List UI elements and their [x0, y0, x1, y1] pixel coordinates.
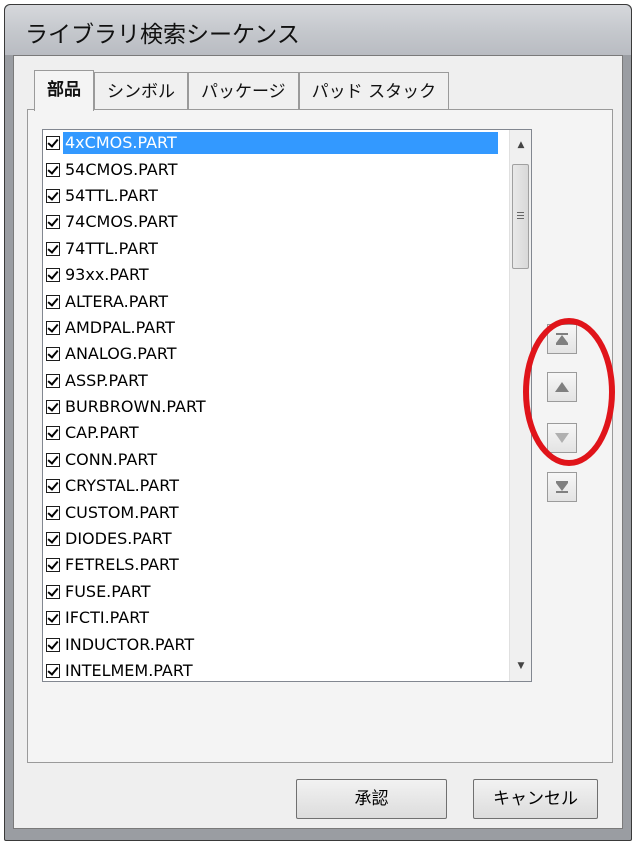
item-checkbox[interactable]: [46, 215, 60, 230]
item-label: FETRELS.PART: [65, 555, 179, 575]
item-checkbox[interactable]: [46, 188, 60, 203]
list-item[interactable]: ASSP.PART: [43, 368, 511, 394]
item-checkbox[interactable]: [46, 479, 60, 494]
item-checkbox[interactable]: [46, 505, 60, 520]
list-item[interactable]: 74CMOS.PART: [43, 209, 511, 235]
list-item[interactable]: FETRELS.PART: [43, 552, 511, 578]
item-label: CONN.PART: [65, 449, 158, 469]
item-label: ASSP.PART: [65, 370, 148, 390]
item-label: 93xx.PART: [65, 265, 149, 285]
list-item[interactable]: CRYSTAL.PART: [43, 473, 511, 499]
item-label: CAP.PART: [65, 423, 139, 443]
item-label: 54TTL.PART: [65, 185, 158, 205]
item-label: ALTERA.PART: [65, 291, 169, 311]
item-checkbox[interactable]: [46, 664, 60, 678]
list-item[interactable]: FUSE.PART: [43, 579, 511, 605]
item-label: IFCTI.PART: [65, 608, 149, 628]
list-item[interactable]: 54TTL.PART: [43, 183, 511, 209]
item-label: FUSE.PART: [65, 581, 151, 601]
scroll-up-arrow-icon[interactable]: ▲: [510, 134, 531, 156]
list-item[interactable]: CUSTOM.PART: [43, 499, 511, 525]
cancel-button[interactable]: キャンセル: [473, 779, 598, 819]
list-item[interactable]: 93xx.PART: [43, 262, 511, 288]
item-checkbox[interactable]: [46, 400, 60, 415]
item-checkbox[interactable]: [46, 637, 60, 652]
item-label: AMDPAL.PART: [65, 317, 175, 337]
tab-parts[interactable]: 部品: [34, 70, 94, 111]
dialog-window: ライブラリ検索シーケンス 部品 シンボル パッケージ パッド スタック 4xCM…: [4, 4, 632, 841]
grip-line: [517, 218, 524, 219]
grip-line: [517, 212, 524, 213]
list-item[interactable]: 74TTL.PART: [43, 236, 511, 262]
item-checkbox[interactable]: [46, 347, 60, 362]
item-label: CUSTOM.PART: [65, 502, 179, 522]
list-item[interactable]: IFCTI.PART: [43, 605, 511, 631]
list-item[interactable]: ALTERA.PART: [43, 288, 511, 314]
item-checkbox[interactable]: [46, 241, 60, 256]
item-label: 54CMOS.PART: [65, 159, 178, 179]
list-item[interactable]: BURBROWN.PART: [43, 394, 511, 420]
list-item[interactable]: AMDPAL.PART: [43, 315, 511, 341]
ok-button[interactable]: 承認: [296, 779, 447, 819]
grip-line: [517, 215, 524, 216]
item-checkbox[interactable]: [46, 611, 60, 626]
item-label: INTELMEM.PART: [65, 661, 193, 680]
item-label: CRYSTAL.PART: [65, 476, 179, 496]
tab-strip: 部品 シンボル パッケージ パッド スタック: [34, 70, 450, 111]
scrollbar-thumb[interactable]: [512, 164, 529, 269]
item-checkbox[interactable]: [46, 136, 60, 151]
list-item[interactable]: DIODES.PART: [43, 526, 511, 552]
tab-symbols[interactable]: シンボル: [94, 72, 188, 110]
item-checkbox[interactable]: [46, 584, 60, 599]
scroll-down-arrow-icon[interactable]: ▼: [510, 655, 531, 677]
list-item[interactable]: CONN.PART: [43, 447, 511, 473]
move-bottom-icon: [556, 481, 568, 493]
item-checkbox[interactable]: [46, 426, 60, 441]
list-item[interactable]: ANALOG.PART: [43, 341, 511, 367]
window-title: ライブラリ検索シーケンス: [25, 22, 300, 48]
annotation-circle: [523, 318, 615, 466]
item-label: 74CMOS.PART: [65, 212, 178, 232]
dialog-client-area: 部品 シンボル パッケージ パッド スタック 4xCMOS.PART 54CMOS…: [13, 55, 623, 829]
item-label: DIODES.PART: [65, 529, 172, 549]
item-checkbox[interactable]: [46, 162, 60, 177]
item-checkbox[interactable]: [46, 558, 60, 573]
tab-packages[interactable]: パッケージ: [188, 72, 299, 110]
item-checkbox[interactable]: [46, 294, 60, 309]
list-item[interactable]: INTELMEM.PART: [43, 658, 511, 681]
item-checkbox[interactable]: [46, 532, 60, 547]
item-checkbox[interactable]: [46, 373, 60, 388]
library-items: 4xCMOS.PART 54CMOS.PART 54TTL.PART 74CMOS.P…: [43, 130, 511, 681]
move-to-bottom-button[interactable]: [547, 472, 577, 502]
item-label: 74TTL.PART: [65, 238, 158, 258]
list-item[interactable]: CAP.PART: [43, 420, 511, 446]
title-bar[interactable]: ライブラリ検索シーケンス: [5, 5, 631, 55]
tab-padstacks[interactable]: パッド スタック: [298, 72, 450, 110]
list-item[interactable]: 4xCMOS.PART: [43, 130, 511, 156]
library-listbox[interactable]: 4xCMOS.PART 54CMOS.PART 54TTL.PART 74CMOS.P…: [42, 129, 532, 682]
item-label: ANALOG.PART: [65, 344, 177, 364]
item-checkbox[interactable]: [46, 268, 60, 283]
item-label: BURBROWN.PART: [65, 397, 206, 417]
item-checkbox[interactable]: [46, 452, 60, 467]
item-checkbox[interactable]: [46, 320, 60, 335]
list-item[interactable]: 54CMOS.PART: [43, 156, 511, 182]
item-label: INDUCTOR.PART: [65, 634, 195, 654]
list-item[interactable]: INDUCTOR.PART: [43, 631, 511, 657]
item-label: 4xCMOS.PART: [63, 132, 498, 155]
